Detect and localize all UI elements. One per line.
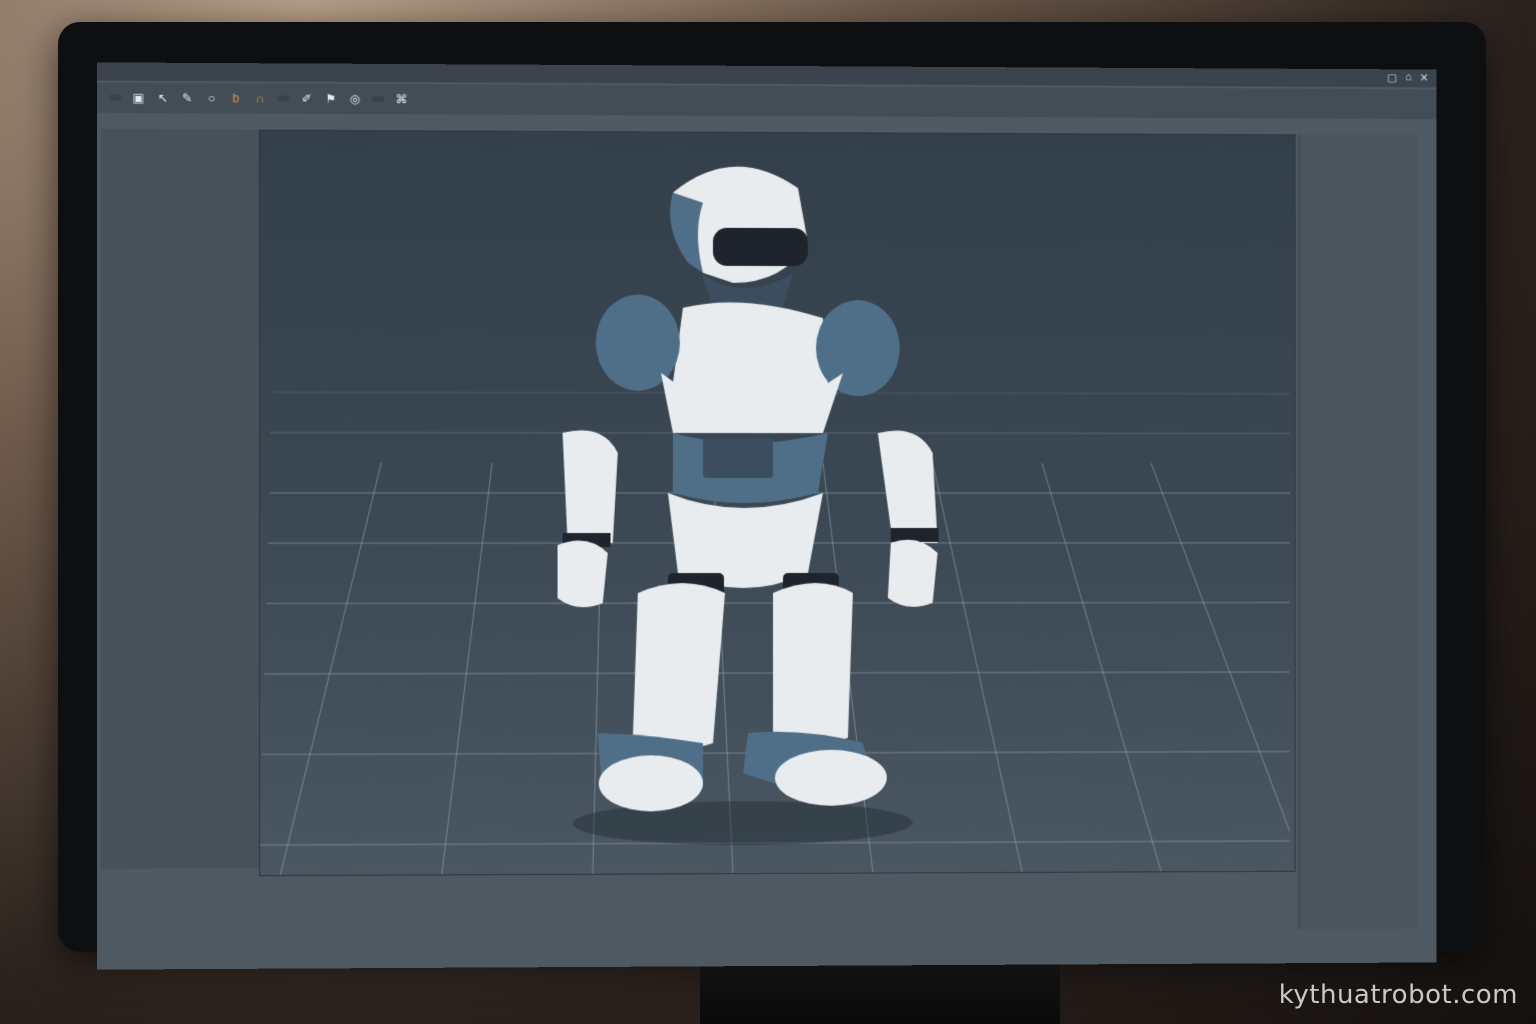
toolbar-mode-button[interactable]: [277, 96, 289, 102]
magnet-icon[interactable]: ∩: [253, 91, 267, 105]
cube-icon[interactable]: ▣: [131, 91, 145, 105]
flag-icon[interactable]: ⚑: [324, 92, 338, 106]
maximize-icon[interactable]: ⌂: [1405, 71, 1412, 84]
scene-hierarchy-panel: [101, 129, 270, 869]
properties-panel: [1298, 134, 1417, 929]
3d-viewport[interactable]: [259, 130, 1295, 877]
hand-icon[interactable]: b: [229, 91, 243, 105]
pointer-icon[interactable]: ↖: [156, 91, 170, 105]
close-icon[interactable]: ✕: [1420, 71, 1429, 84]
toolbar-menu-button[interactable]: [109, 95, 121, 101]
circle-icon[interactable]: ○: [204, 91, 218, 105]
viewport-scene: [260, 131, 1294, 876]
window-controls: ▢ ⌂ ✕: [1387, 71, 1429, 84]
toolbar-animation-button[interactable]: [372, 96, 384, 102]
watermark: kythuatrobot.com: [1279, 980, 1518, 1010]
restore-icon[interactable]: ▢: [1387, 71, 1397, 84]
orbit-icon[interactable]: ◎: [348, 92, 362, 106]
app-window: ▢ ⌂ ✕ ▣ ↖ ✎ ○ b ∩ ✐ ⚑ ◎ ⌘: [97, 62, 1437, 969]
pen-icon[interactable]: ✎: [180, 91, 194, 105]
brush-icon[interactable]: ✐: [300, 92, 314, 106]
render-icon[interactable]: ⌘: [394, 92, 408, 106]
main-toolbar: ▣ ↖ ✎ ○ b ∩ ✐ ⚑ ◎ ⌘: [97, 83, 1437, 120]
robot-model: [558, 166, 939, 846]
